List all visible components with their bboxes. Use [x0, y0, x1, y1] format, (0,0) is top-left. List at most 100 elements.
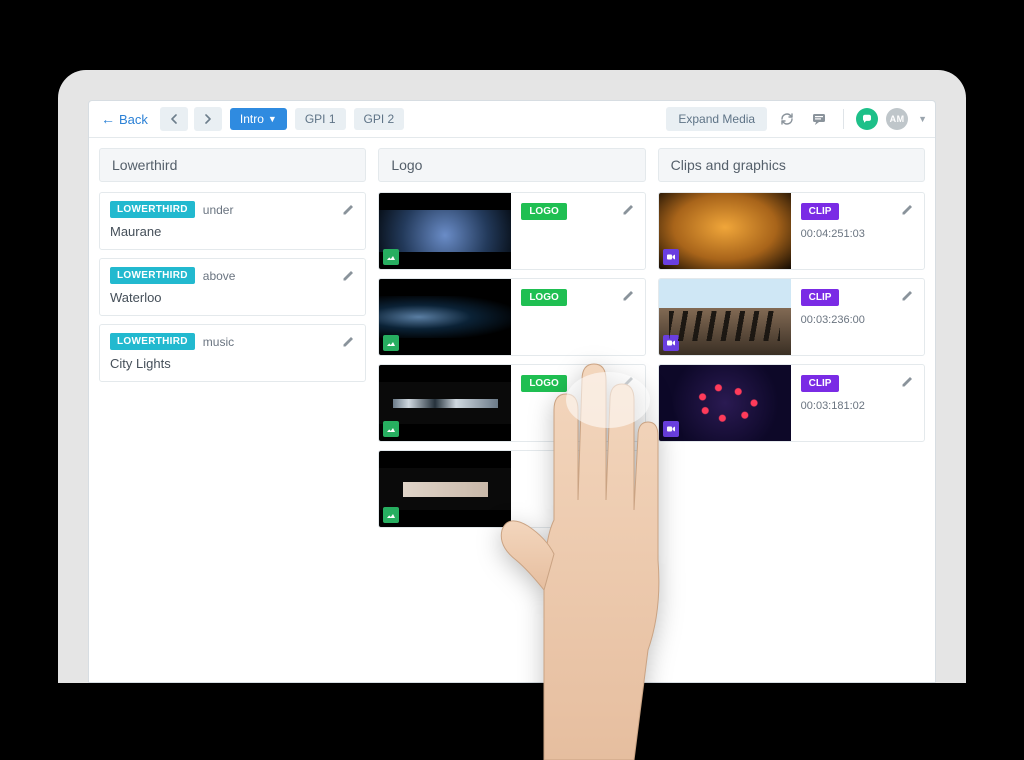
back-label: Back [119, 112, 148, 127]
edit-button[interactable] [622, 461, 635, 474]
logo-badge: LOGO [521, 203, 566, 220]
logo-badge: LOGO [521, 375, 566, 392]
lowerthird-variant: music [203, 335, 234, 349]
history-next-button[interactable] [194, 107, 222, 131]
chevron-right-icon [204, 114, 212, 124]
image-type-icon [383, 335, 399, 351]
tab-intro[interactable]: Intro ▼ [230, 108, 287, 130]
edit-button[interactable] [901, 375, 914, 388]
logo-badge: LOGO [521, 289, 566, 306]
clip-badge: CLIP [801, 203, 840, 220]
arrow-left-icon: ← [101, 112, 115, 126]
clip-timecode: 00:03:236:00 [801, 314, 914, 326]
column-lowerthird-title: Lowerthird [112, 157, 177, 173]
sync-button[interactable] [775, 107, 799, 131]
image-type-icon [383, 421, 399, 437]
avatar-initials: AM [890, 114, 905, 124]
logo-card[interactable]: LOGO [378, 278, 645, 356]
media-meta [511, 451, 644, 527]
back-button[interactable]: ← Back [97, 108, 152, 131]
history-prev-button[interactable] [160, 107, 188, 131]
media-thumbnail [379, 193, 511, 269]
pencil-icon [622, 461, 635, 474]
lowerthird-variant: above [203, 269, 236, 283]
column-clips-header: Clips and graphics [658, 148, 925, 182]
image-type-icon [383, 507, 399, 523]
lowerthird-title: Waterloo [110, 290, 355, 305]
clip-card[interactable]: CLIP 00:04:251:03 [658, 192, 925, 270]
media-meta: CLIP 00:03:181:02 [791, 365, 924, 441]
clip-timecode: 00:03:181:02 [801, 400, 914, 412]
lowerthird-badge: LOWERTHIRD [110, 333, 195, 350]
column-logo-header: Logo [378, 148, 645, 182]
toolbar: ← Back Intro ▼ GPI 1 GPI 2 [89, 101, 935, 138]
sync-icon [779, 111, 795, 127]
column-logo-body: LOGO [378, 192, 645, 528]
media-meta: CLIP 00:03:236:00 [791, 279, 924, 355]
edit-button[interactable] [342, 335, 355, 348]
edit-button[interactable] [901, 203, 914, 216]
clip-badge: CLIP [801, 289, 840, 306]
history-nav [160, 107, 222, 131]
edit-button[interactable] [622, 203, 635, 216]
edit-button[interactable] [342, 269, 355, 282]
column-lowerthird: Lowerthird LOWERTHIRD under Maurane [99, 148, 366, 682]
lowerthird-card[interactable]: LOWERTHIRD above Waterloo [99, 258, 366, 316]
user-menu-caret[interactable]: ▼ [918, 114, 927, 124]
column-logo: Logo LOGO [378, 148, 645, 682]
media-meta: LOGO [511, 193, 644, 269]
clip-timecode: 00:04:251:03 [801, 228, 914, 240]
edit-button[interactable] [342, 203, 355, 216]
edit-button[interactable] [901, 289, 914, 302]
chat-icon [811, 111, 827, 127]
edit-button[interactable] [622, 375, 635, 388]
column-logo-title: Logo [391, 157, 422, 173]
edit-button[interactable] [622, 289, 635, 302]
media-thumbnail [379, 279, 511, 355]
tab-intro-label: Intro [240, 112, 264, 126]
app-window: ← Back Intro ▼ GPI 1 GPI 2 [88, 100, 936, 683]
caret-down-icon: ▼ [268, 114, 277, 124]
media-thumbnail [659, 279, 791, 355]
status-indicator[interactable] [856, 108, 878, 130]
media-thumbnail [659, 193, 791, 269]
pencil-icon [901, 203, 914, 216]
video-type-icon [663, 421, 679, 437]
column-lowerthird-body: LOWERTHIRD under Maurane LOWERTHIRD abov… [99, 192, 366, 382]
tab-gpi2[interactable]: GPI 2 [354, 108, 405, 130]
chat-bubble-icon [861, 113, 873, 125]
logo-card[interactable] [378, 450, 645, 528]
pencil-icon [901, 289, 914, 302]
logo-card[interactable]: LOGO [378, 192, 645, 270]
pencil-icon [342, 269, 355, 282]
pencil-icon [622, 289, 635, 302]
pencil-icon [342, 203, 355, 216]
expand-media-button[interactable]: Expand Media [666, 107, 767, 131]
pencil-icon [901, 375, 914, 388]
lowerthird-badge: LOWERTHIRD [110, 201, 195, 218]
media-meta: LOGO [511, 365, 644, 441]
media-meta: CLIP 00:04:251:03 [791, 193, 924, 269]
clip-badge: CLIP [801, 375, 840, 392]
video-type-icon [663, 335, 679, 351]
column-clips: Clips and graphics CLIP 00:04:251:03 [658, 148, 925, 682]
media-thumbnail [379, 451, 511, 527]
media-thumbnail [659, 365, 791, 441]
lowerthird-variant: under [203, 203, 234, 217]
clip-card[interactable]: CLIP 00:03:236:00 [658, 278, 925, 356]
pencil-icon [342, 335, 355, 348]
pencil-icon [622, 203, 635, 216]
lowerthird-title: Maurane [110, 224, 355, 239]
tab-gpi1[interactable]: GPI 1 [295, 108, 346, 130]
lowerthird-card[interactable]: LOWERTHIRD music City Lights [99, 324, 366, 382]
logo-card[interactable]: LOGO [378, 364, 645, 442]
user-avatar[interactable]: AM [886, 108, 908, 130]
lowerthird-card[interactable]: LOWERTHIRD under Maurane [99, 192, 366, 250]
expand-media-label: Expand Media [678, 112, 755, 126]
media-thumbnail [379, 365, 511, 441]
comments-button[interactable] [807, 107, 831, 131]
lowerthird-badge: LOWERTHIRD [110, 267, 195, 284]
media-meta: LOGO [511, 279, 644, 355]
clip-card[interactable]: CLIP 00:03:181:02 [658, 364, 925, 442]
toolbar-divider [843, 109, 844, 129]
